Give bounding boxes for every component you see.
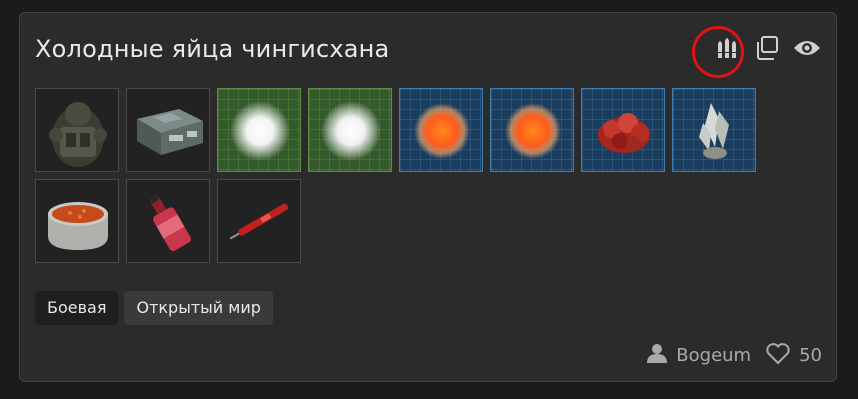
item-slot-white-artifact[interactable]	[308, 88, 392, 172]
card-actions	[712, 33, 822, 63]
item-slot-white-artifact[interactable]	[217, 88, 301, 172]
eye-icon[interactable]	[792, 33, 822, 63]
copy-icon[interactable]	[752, 33, 782, 63]
item-slot-container[interactable]	[126, 88, 210, 172]
card-footer: Bogeum 50	[646, 341, 822, 370]
item-slot-red-syringe[interactable]	[217, 179, 301, 263]
item-slot-stew-pot[interactable]	[35, 179, 119, 263]
tag-list: Боевая Открытый мир	[35, 291, 273, 325]
item-slot-orange-artifact[interactable]	[399, 88, 483, 172]
item-slot-red-coral-artifact[interactable]	[581, 88, 665, 172]
item-slot-crystal-artifact[interactable]	[672, 88, 756, 172]
build-card[interactable]: Холодные яйца чингисхана Боевая Открытый…	[19, 12, 837, 382]
heart-icon[interactable]	[765, 341, 791, 370]
tag-open-world[interactable]: Открытый мир	[124, 291, 273, 325]
ammo-icon[interactable]	[712, 33, 742, 63]
item-slot-red-bottle[interactable]	[126, 179, 210, 263]
like-count: 50	[799, 345, 822, 366]
user-icon	[646, 342, 668, 369]
card-title: Холодные яйца чингисхана	[35, 35, 390, 63]
item-slot-armor-suit[interactable]	[35, 88, 119, 172]
item-slot-orange-artifact[interactable]	[490, 88, 574, 172]
tag-combat[interactable]: Боевая	[35, 291, 119, 325]
author-name[interactable]: Bogeum	[676, 345, 751, 366]
